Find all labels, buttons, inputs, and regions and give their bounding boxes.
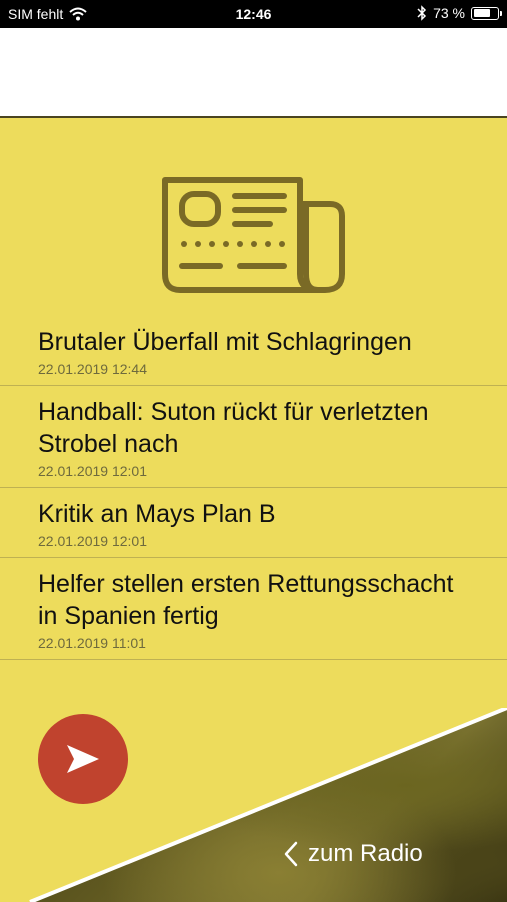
play-button[interactable] — [38, 714, 128, 804]
news-title: Brutaler Überfall mit Schlagringen — [38, 328, 412, 356]
news-date: 22.01.2019 12:01 — [38, 463, 147, 479]
header-area — [0, 28, 507, 116]
news-date: 22.01.2019 12:44 — [38, 361, 147, 377]
newspaper-icon — [162, 177, 345, 293]
news-item-3[interactable]: Helfer stellen ersten Rettungsschacht in… — [0, 558, 507, 660]
news-title: Helfer stellen ersten Rettungsschacht in… — [38, 570, 454, 630]
zum-radio-link[interactable]: zum Radio — [284, 838, 423, 870]
battery-fill — [473, 9, 490, 17]
battery-percent: 73 % — [433, 5, 465, 21]
battery-icon — [471, 6, 502, 20]
play-icon — [67, 745, 99, 773]
news-list: Brutaler Überfall mit Schlagringen 22.01… — [0, 316, 507, 660]
news-title: Kritik an Mays Plan B — [38, 500, 276, 528]
news-date: 22.01.2019 11:01 — [38, 635, 146, 651]
chevron-left-icon — [284, 841, 298, 867]
news-date: 22.01.2019 12:01 — [38, 533, 147, 549]
news-title: Handball: Suton rückt für verletzten Str… — [38, 398, 429, 458]
bluetooth-icon — [417, 5, 427, 21]
zum-radio-label: zum Radio — [308, 840, 423, 867]
news-item-2[interactable]: Kritik an Mays Plan B 22.01.2019 12:01 — [0, 488, 507, 558]
status-bar: SIM fehlt 12:46 73 % — [0, 0, 507, 28]
status-right: 73 % — [417, 5, 502, 21]
news-item-0[interactable]: Brutaler Überfall mit Schlagringen 22.01… — [0, 316, 507, 386]
news-item-1[interactable]: Handball: Suton rückt für verletzten Str… — [0, 386, 507, 488]
